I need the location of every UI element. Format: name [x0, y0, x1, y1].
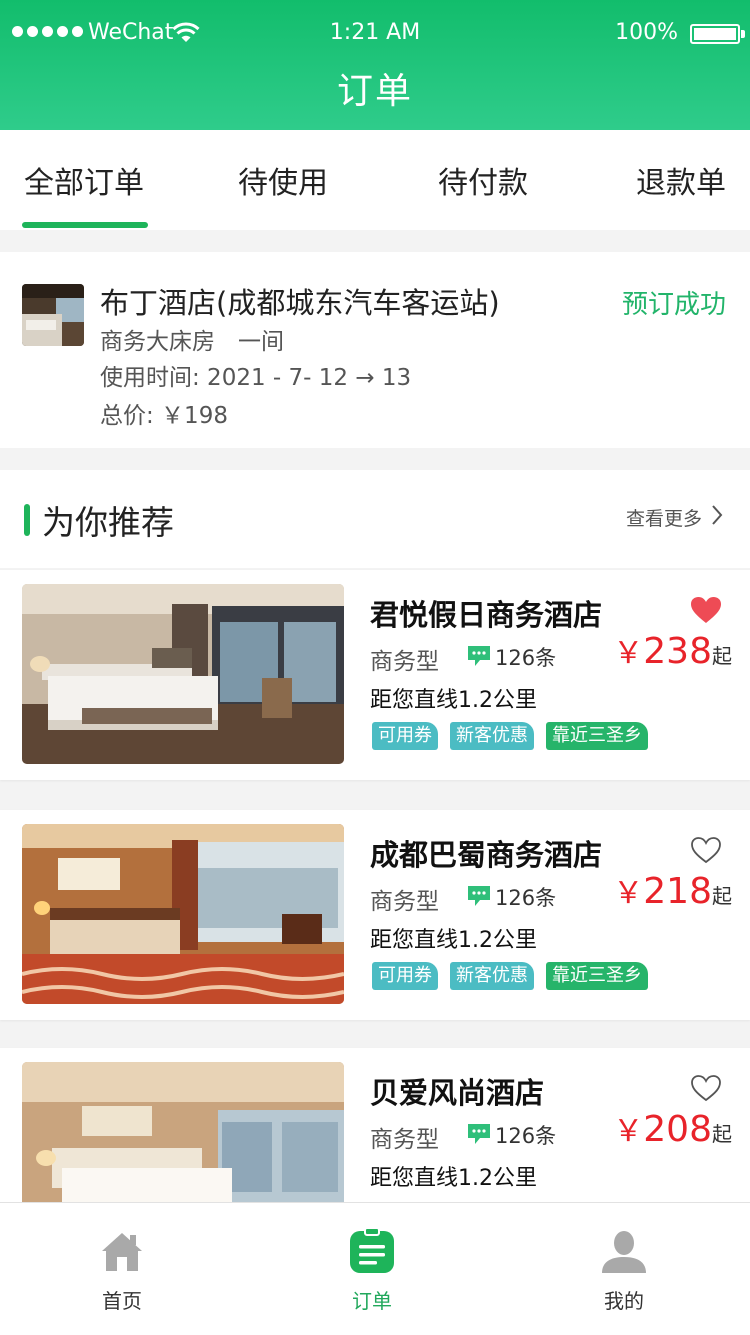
tab-refunds[interactable]: 退款单 — [636, 158, 726, 202]
hotel-photo — [22, 824, 344, 1004]
tabbar-label-me: 我的 — [604, 1289, 644, 1313]
order-room: 商务大床房 一间 — [100, 329, 284, 355]
tag-coupon: 可用券 — [372, 722, 438, 750]
hotel-type: 商务型 — [370, 889, 439, 915]
order-list-icon — [350, 1227, 394, 1273]
page-title: 订单 — [336, 71, 413, 112]
favorite-heart-outline-icon[interactable] — [690, 836, 722, 864]
order-hotel-thumbnail — [22, 284, 84, 346]
order-card[interactable]: 布丁酒店(成都城东汽车客运站) 预订成功 商务大床房 一间 使用时间: 2021… — [0, 252, 750, 448]
tag-location: 靠近三圣乡 — [546, 962, 648, 990]
order-total: 总价: ￥198 — [100, 403, 228, 429]
hotel-card[interactable]: 成都巴蜀商务酒店 商务型 126条 ￥218起 距您直线1.2公里 可用券 新客… — [0, 810, 750, 1020]
battery-percent: 100% — [615, 20, 678, 45]
hotel-type: 商务型 — [370, 649, 439, 675]
hotel-distance: 距您直线1.2公里 — [370, 928, 537, 953]
hotel-type: 商务型 — [370, 1127, 439, 1153]
tabbar-label-home: 首页 — [102, 1289, 142, 1313]
price-value: 238 — [643, 631, 712, 672]
tab-all-orders[interactable]: 全部订单 — [24, 158, 144, 202]
hotel-name: 君悦假日商务酒店 — [370, 598, 603, 632]
status-bar: WeChat 1:21 AM 100% — [0, 0, 750, 66]
see-more-link[interactable]: 查看更多 — [626, 504, 702, 531]
hotel-price: ￥208起 — [613, 1106, 732, 1150]
tabbar-item-orders[interactable]: 订单 — [312, 1203, 432, 1335]
order-status-badge: 预订成功 — [621, 290, 726, 320]
active-tab-indicator — [22, 222, 148, 228]
hotel-name: 贝爱风尚酒店 — [370, 1076, 545, 1110]
battery-icon — [690, 24, 740, 44]
recommend-title: 为你推荐 — [42, 503, 174, 542]
hotel-tags: 可用券 新客优惠 靠近三圣乡 — [372, 722, 648, 750]
tag-new-customer: 新客优惠 — [450, 722, 534, 750]
price-currency: ￥ — [613, 636, 644, 671]
tabbar-label-orders: 订单 — [352, 1289, 392, 1313]
hotel-card[interactable]: 君悦假日商务酒店 商务型 126条 ￥238起 距您直线1.2公里 可用券 新客… — [0, 570, 750, 780]
price-currency: ￥ — [613, 1114, 644, 1149]
section-accent-bar — [24, 504, 30, 536]
order-hotel-name: 布丁酒店(成都城东汽车客运站) — [100, 286, 500, 320]
favorite-heart-outline-icon[interactable] — [690, 1074, 722, 1102]
hotel-photo — [22, 584, 344, 764]
hotel-name: 成都巴蜀商务酒店 — [370, 838, 603, 872]
price-suffix: 起 — [712, 644, 732, 668]
hotel-distance: 距您直线1.2公里 — [370, 688, 537, 713]
hotel-price: ￥238起 — [613, 628, 732, 672]
comment-icon — [468, 1124, 490, 1144]
recommend-header: 为你推荐 查看更多 — [0, 470, 750, 568]
hotel-distance: 距您直线1.2公里 — [370, 1166, 537, 1191]
comment-icon — [468, 646, 490, 666]
price-currency: ￥ — [613, 876, 644, 911]
tab-to-use[interactable]: 待使用 — [238, 158, 328, 202]
home-icon — [102, 1233, 142, 1271]
tab-to-pay[interactable]: 待付款 — [438, 158, 528, 202]
app-header: WeChat 1:21 AM 100% 订单 — [0, 0, 750, 130]
hotel-tags: 可用券 新客优惠 靠近三圣乡 — [372, 962, 648, 990]
tag-location: 靠近三圣乡 — [546, 722, 648, 750]
order-use-time: 使用时间: 2021 - 7- 12 → 13 — [100, 365, 412, 391]
comment-count: 126条 — [495, 646, 557, 670]
comment-count: 126条 — [495, 1124, 557, 1148]
user-icon — [602, 1231, 646, 1273]
tabbar-item-home[interactable]: 首页 — [62, 1203, 182, 1335]
tabbar-item-me[interactable]: 我的 — [564, 1203, 684, 1335]
favorite-heart-icon[interactable] — [690, 596, 722, 624]
order-tabs: 全部订单 待使用 待付款 退款单 — [0, 130, 750, 230]
bottom-tab-bar: 首页 订单 我的 — [0, 1202, 750, 1335]
price-suffix: 起 — [712, 1122, 732, 1146]
comment-count: 126条 — [495, 886, 557, 910]
comment-icon — [468, 886, 490, 906]
price-suffix: 起 — [712, 884, 732, 908]
chevron-right-icon[interactable] — [710, 504, 724, 526]
price-value: 218 — [643, 871, 712, 912]
price-value: 208 — [643, 1109, 712, 1150]
hotel-price: ￥218起 — [613, 868, 732, 912]
tag-coupon: 可用券 — [372, 962, 438, 990]
tag-new-customer: 新客优惠 — [450, 962, 534, 990]
